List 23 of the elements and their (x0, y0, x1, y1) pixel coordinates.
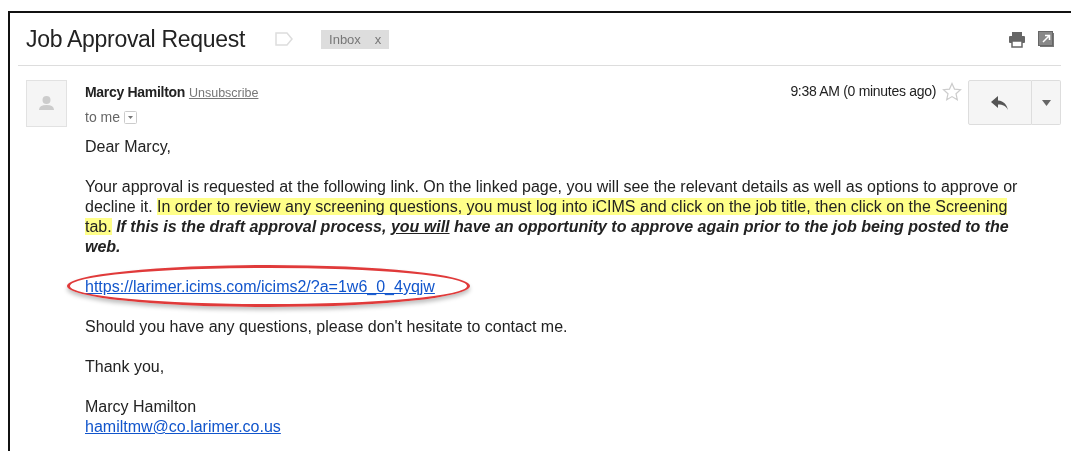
remove-label-button[interactable]: x (374, 31, 382, 47)
caret-icon (1041, 99, 1051, 106)
signature-name: Marcy Hamilton (85, 397, 198, 417)
body-paragraph: Thank you, (85, 357, 166, 377)
reply-button[interactable] (968, 80, 1032, 125)
body-paragraph: Dear Marcy, (85, 137, 172, 157)
approval-link[interactable]: https://larimer.icims.com/icims2/?a=1w6_0_4yqjw (85, 278, 435, 295)
email-subject: Job Approval Request (26, 25, 246, 53)
body-paragraph: Should you have any questions, please don't hesitate to contact me. (85, 317, 569, 337)
details-dropdown-icon[interactable] (124, 110, 137, 124)
recipient-text: to me (85, 108, 120, 127)
email-link[interactable]: hamiltmw@co.larimer.co.us (85, 418, 281, 435)
unsubscribe-link[interactable]: Unsubscribe (188, 86, 259, 100)
print-icon[interactable] (1008, 30, 1026, 48)
body-paragraph: Your approval is requested at the following link. On the linked page, you will see the relevant details as well as options to approve or decline it. In order to review any screening questions, you must log into iCIMS and click on the job title, then click on the Screening tab. If this is the draft approval process, you will have an opportunity to approve again prior to the job being posted to the web. (85, 177, 1019, 257)
new-window-icon[interactable] (1038, 30, 1055, 48)
avatar-silhouette-icon (26, 80, 67, 127)
sender-name: Marcy Hamilton (85, 84, 186, 100)
star-icon[interactable] (942, 82, 962, 102)
message-time: 9:38 AM (0 minutes ago) (790, 83, 936, 99)
reply-arrow-icon (991, 95, 1009, 110)
inbox-label: Inbox x (321, 29, 390, 49)
more-options-button[interactable] (1032, 80, 1061, 125)
